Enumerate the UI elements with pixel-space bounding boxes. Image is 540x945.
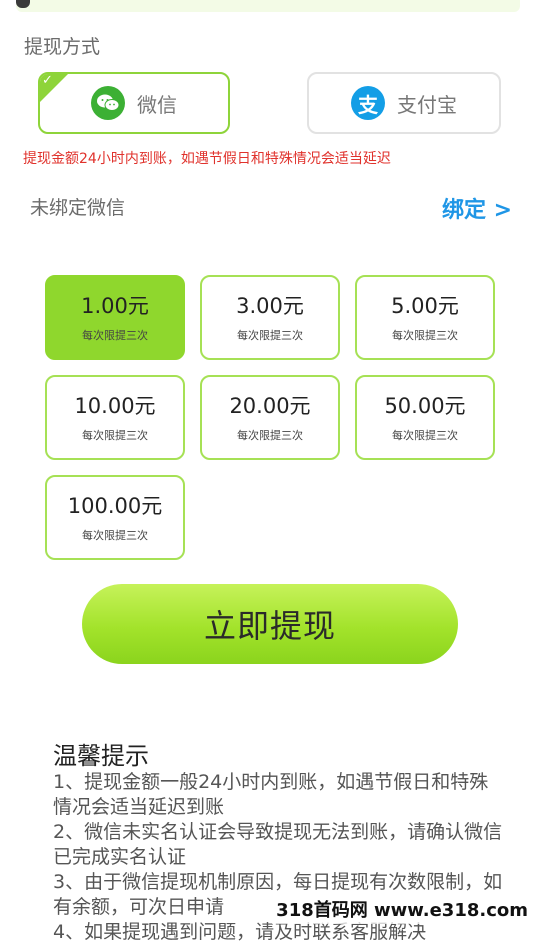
tips-title: 温馨提示 (53, 742, 149, 770)
top-banner-edge (16, 0, 520, 12)
alipay-option[interactable]: 支 支付宝 (307, 72, 501, 134)
withdraw-button[interactable]: 立即提现 (82, 584, 458, 664)
wechat-icon (91, 86, 125, 120)
amount-option[interactable]: 1.00元 每次限提三次 (45, 275, 185, 360)
amount-limit: 每次限提三次 (82, 328, 148, 342)
amount-limit: 每次限提三次 (237, 328, 303, 342)
amount-value: 100.00元 (67, 493, 163, 518)
wechat-option[interactable]: ✓ 微信 (38, 72, 230, 134)
amount-value: 1.00元 (81, 293, 149, 318)
amount-value: 20.00元 (229, 393, 311, 418)
alipay-label: 支付宝 (397, 92, 457, 117)
amount-option[interactable]: 3.00元 每次限提三次 (200, 275, 340, 360)
amount-option[interactable]: 20.00元 每次限提三次 (200, 375, 340, 460)
amount-limit: 每次限提三次 (82, 428, 148, 442)
amount-limit: 每次限提三次 (392, 428, 458, 442)
bind-status: 未绑定微信 (30, 197, 126, 219)
alipay-icon: 支 (351, 86, 385, 120)
wechat-label: 微信 (137, 92, 177, 117)
amount-limit: 每次限提三次 (82, 528, 148, 542)
amount-option[interactable]: 100.00元 每次限提三次 (45, 475, 185, 560)
amount-value: 50.00元 (384, 393, 466, 418)
amount-value: 5.00元 (391, 293, 459, 318)
amount-option[interactable]: 50.00元 每次限提三次 (355, 375, 495, 460)
amount-option[interactable]: 5.00元 每次限提三次 (355, 275, 495, 360)
amount-limit: 每次限提三次 (392, 328, 458, 342)
amount-value: 10.00元 (74, 393, 156, 418)
tip-item: 1、提现金额一般24小时内到账，如遇节假日和特殊情况会适当延迟到账 (53, 771, 489, 818)
check-icon: ✓ (42, 73, 53, 88)
site-watermark: 318首码网 www.e318.com (272, 894, 532, 924)
amount-limit: 每次限提三次 (237, 428, 303, 442)
amount-option[interactable]: 10.00元 每次限提三次 (45, 375, 185, 460)
top-banner-mark (16, 0, 30, 8)
tip-item: 2、微信未实名认证会导致提现无法到账，请确认微信已完成实名认证 (53, 821, 503, 868)
bind-link[interactable]: 绑定 > (442, 192, 512, 224)
amount-value: 3.00元 (236, 293, 304, 318)
arrival-notice: 提现金额24小时内到账，如遇节假日和特殊情况会适当延迟 (23, 151, 391, 167)
withdraw-method-title: 提现方式 (24, 36, 101, 58)
